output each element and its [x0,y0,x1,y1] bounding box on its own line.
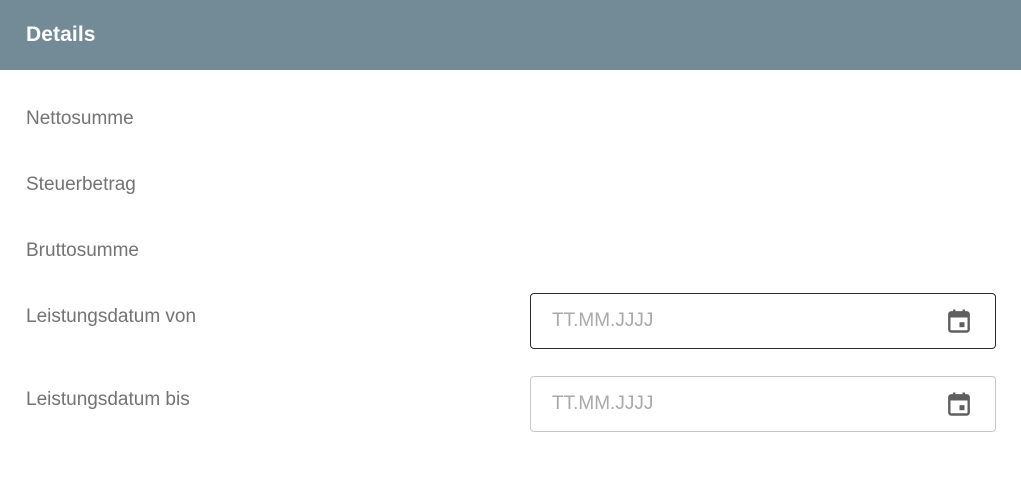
net-total-label: Nettosumme [26,108,134,129]
panel-title: Details [26,23,96,46]
service-date-to-input[interactable] [552,389,947,419]
gross-total-label: Bruttosumme [26,240,139,261]
details-panel: Details Nettosumme Steuerbetrag Bruttosu… [0,0,1021,480]
calendar-icon[interactable] [947,309,971,333]
service-date-from-input[interactable] [552,306,947,336]
service-date-from-label: Leistungsdatum von [26,306,197,327]
service-date-from-field[interactable] [530,293,996,349]
service-date-to-field[interactable] [530,376,996,432]
panel-header: Details [0,0,1021,70]
service-date-to-label: Leistungsdatum bis [26,389,190,410]
calendar-icon[interactable] [947,392,971,416]
tax-amount-label: Steuerbetrag [26,174,136,195]
